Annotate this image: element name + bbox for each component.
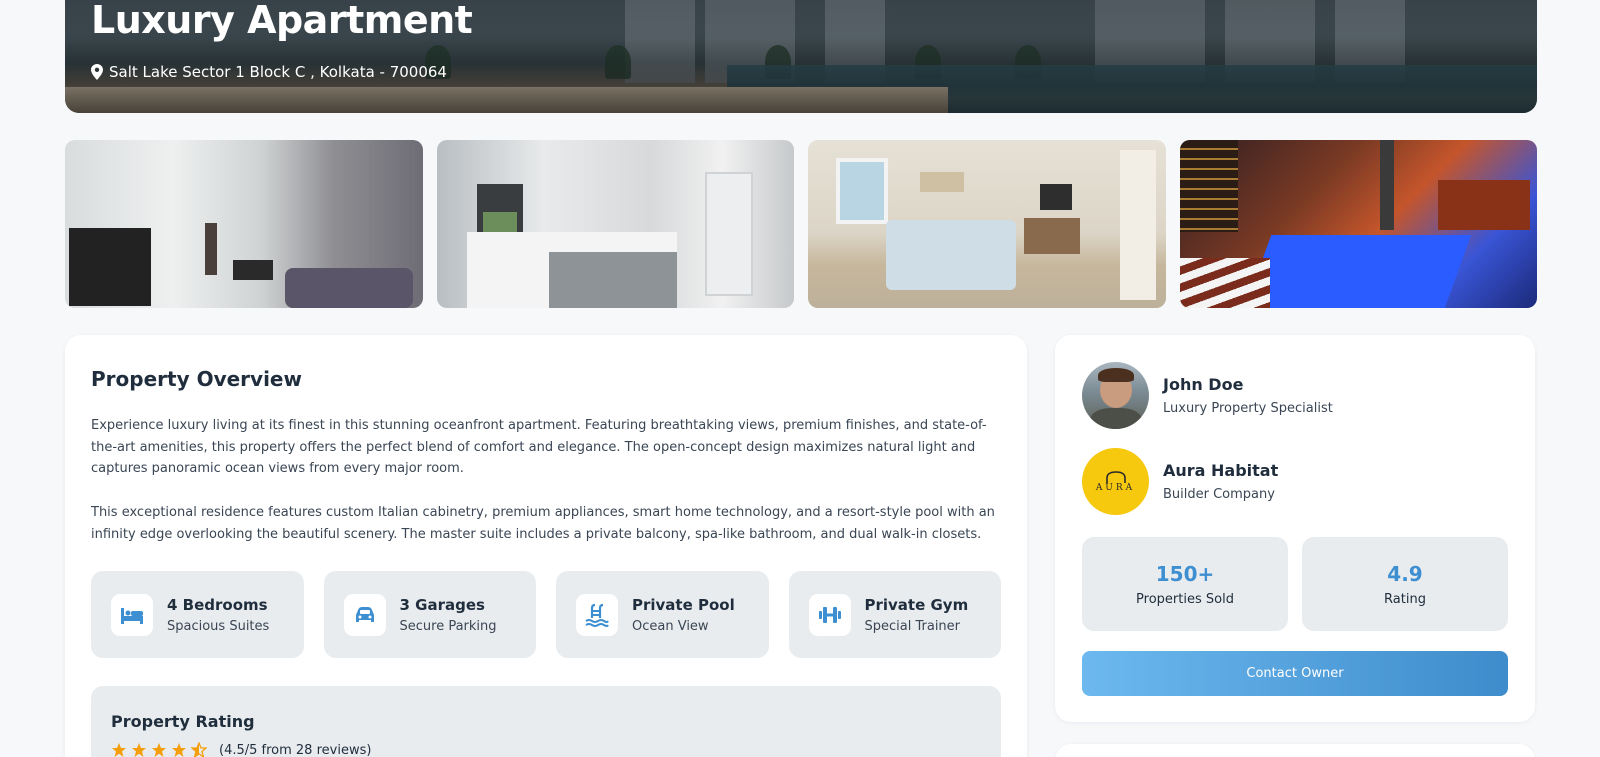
gallery-image-living-room[interactable] [65, 140, 423, 308]
dumbbell-icon [818, 606, 841, 623]
avatar [1082, 362, 1149, 429]
overview-paragraph: Experience luxury living at its finest i… [91, 418, 987, 476]
builder-name: Aura Habitat [1163, 461, 1279, 480]
property-rating-box: Property Rating (4.5/5 from 28 reviews) [91, 686, 1001, 757]
stat-label: Properties Sold [1136, 591, 1234, 607]
gallery-image-rooftop-pool[interactable] [1179, 140, 1537, 308]
agent-name: John Doe [1163, 375, 1244, 394]
stat-value: 4.9 [1387, 561, 1423, 586]
stat-rating: 4.9 Rating [1302, 537, 1508, 631]
rating-title: Property Rating [111, 712, 255, 731]
overview-paragraph: This exceptional residence features cust… [91, 505, 995, 542]
star-half-icon [191, 742, 207, 757]
feature-title: Private Pool [632, 595, 735, 614]
star-icon [172, 743, 186, 757]
feature-list: 4 Bedrooms Spacious Suites 3 Garages Sec… [91, 571, 1001, 658]
bed-icon [121, 607, 143, 624]
star-icon [152, 743, 166, 757]
agent-stats: 150+ Properties Sold 4.9 Rating [1082, 537, 1508, 631]
arch-icon [1105, 470, 1126, 483]
photo-gallery [65, 140, 1537, 308]
gallery-image-bedroom[interactable] [808, 140, 1166, 308]
agent-profile[interactable]: John Doe Luxury Property Specialist [1082, 362, 1333, 429]
property-location: Salt Lake Sector 1 Block C , Kolkata - 7… [91, 63, 447, 81]
feature-subtitle: Spacious Suites [167, 618, 270, 634]
feature-subtitle: Secure Parking [399, 618, 497, 634]
map-pin-icon [91, 64, 103, 80]
feature-bedrooms: 4 Bedrooms Spacious Suites [91, 571, 304, 658]
secondary-side-card [1055, 744, 1535, 757]
gallery-image-kitchen[interactable] [436, 140, 794, 308]
agent-role: Luxury Property Specialist [1163, 401, 1333, 416]
builder-logo: AURA [1082, 448, 1149, 515]
feature-pool: Private Pool Ocean View [556, 571, 769, 658]
stat-value: 150+ [1155, 561, 1215, 586]
property-overview-card: Property Overview Experience luxury livi… [65, 335, 1027, 757]
stat-properties-sold: 150+ Properties Sold [1082, 537, 1288, 631]
overview-title: Property Overview [91, 367, 302, 391]
feature-title: 3 Garages [399, 595, 485, 614]
hero-banner: Luxury Apartment Salt Lake Sector 1 Bloc… [65, 0, 1537, 113]
star-icon [112, 743, 126, 757]
builder-logo-text: AURA [1095, 482, 1136, 493]
feature-garages: 3 Garages Secure Parking [323, 571, 536, 658]
pool-icon [585, 603, 609, 627]
rating-text: (4.5/5 from 28 reviews) [219, 742, 372, 757]
contact-owner-button[interactable]: Contact Owner [1082, 651, 1508, 696]
star-icon [132, 743, 146, 757]
feature-title: 4 Bedrooms [167, 595, 268, 614]
feature-gym: Private Gym Special Trainer [788, 571, 1001, 658]
location-text: Salt Lake Sector 1 Block C , Kolkata - 7… [109, 63, 447, 81]
property-title: Luxury Apartment [91, 0, 473, 42]
stat-label: Rating [1384, 591, 1426, 607]
rating-stars: (4.5/5 from 28 reviews) [111, 742, 371, 757]
builder-profile[interactable]: AURA Aura Habitat Builder Company [1082, 448, 1278, 515]
car-icon [355, 606, 374, 622]
agent-card: John Doe Luxury Property Specialist AURA… [1055, 335, 1535, 722]
feature-title: Private Gym [864, 595, 969, 614]
feature-subtitle: Ocean View [632, 618, 709, 634]
builder-role: Builder Company [1163, 487, 1275, 502]
feature-subtitle: Special Trainer [864, 618, 961, 634]
